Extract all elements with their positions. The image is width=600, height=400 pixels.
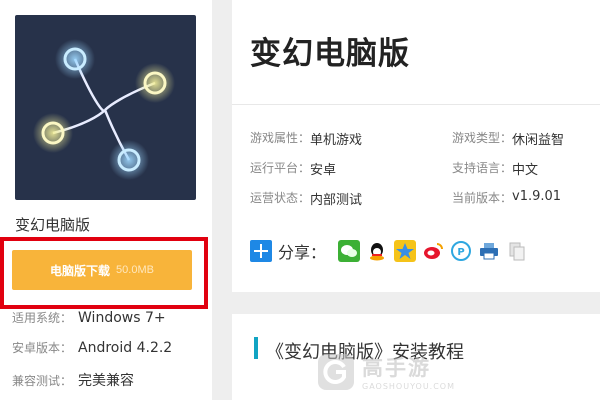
spec-row-android: 安卓版本： Android 4.2.2 <box>12 339 172 356</box>
qzone-icon[interactable] <box>394 240 417 262</box>
attr-key: 运行平台： <box>250 161 311 175</box>
qq-icon[interactable] <box>366 240 389 262</box>
attr-language: 支持语言： 中文 <box>452 159 538 178</box>
attr-status: 运营状态： 内部测试 <box>250 189 362 208</box>
watermark-sub: GAOSHOUYOU.COM <box>362 382 456 391</box>
product-card: 变幻电脑版 电脑版下载 50.0MB 适用系统： Windows 7+ 安卓版本… <box>0 0 212 400</box>
spiral-nodes-artwork <box>33 39 175 180</box>
attr-value: 单机游戏 <box>310 133 363 148</box>
attr-game-type: 游戏类型： 休闲益智 <box>452 129 564 148</box>
game-name: 变幻电脑版 <box>15 216 91 234</box>
share-label: 分享： <box>278 243 327 262</box>
page-title: 变幻电脑版 <box>250 36 410 72</box>
attr-key: 支持语言： <box>452 161 513 175</box>
wechat-icon[interactable] <box>338 240 361 262</box>
share-row: 分享： P <box>250 236 529 266</box>
weibo-icon[interactable] <box>422 240 445 262</box>
game-icon[interactable] <box>15 15 196 200</box>
spec-key: 兼容测试： <box>12 374 73 388</box>
attr-key: 运营状态： <box>250 191 311 205</box>
attr-key: 当前版本： <box>452 191 513 205</box>
spec-row-system: 适用系统： Windows 7+ <box>12 309 166 326</box>
spec-value: Windows 7+ <box>78 310 166 326</box>
site-watermark: 高手游 GAOSHOUYOU.COM <box>318 352 455 391</box>
spec-value: 完美兼容 <box>78 373 135 389</box>
attr-value: v1.9.01 <box>512 189 562 204</box>
divider <box>232 104 600 105</box>
tencent-weibo-icon[interactable]: P <box>450 240 473 262</box>
spec-key: 安卓版本： <box>12 341 73 355</box>
attr-platform: 运行平台： 安卓 <box>250 159 336 178</box>
attr-value: 休闲益智 <box>512 133 565 148</box>
attr-value: 安卓 <box>310 163 337 178</box>
pc-download-button[interactable]: 电脑版下载 50.0MB <box>12 250 192 290</box>
attr-version: 当前版本： v1.9.01 <box>452 189 561 206</box>
attr-key: 游戏类型： <box>452 131 513 145</box>
attr-value: 内部测试 <box>310 193 363 208</box>
spec-key: 适用系统： <box>12 311 73 325</box>
attr-game-property: 游戏属性： 单机游戏 <box>250 129 362 148</box>
watermark-logo-icon <box>318 353 354 390</box>
copy-icon[interactable] <box>506 240 529 262</box>
watermark-main: 高手游 <box>362 356 431 380</box>
watermark-text: 高手游 GAOSHOUYOU.COM <box>362 352 455 391</box>
print-icon[interactable] <box>478 240 501 262</box>
download-label: 电脑版下载 <box>50 263 111 278</box>
detail-card: 变幻电脑版 游戏属性： 单机游戏 游戏类型： 休闲益智 运行平台： 安卓 支持语… <box>232 0 600 292</box>
attr-value: 中文 <box>512 163 539 178</box>
share-more-icon[interactable] <box>250 240 272 262</box>
download-size: 50.0MB <box>116 264 154 276</box>
attr-key: 游戏属性： <box>250 131 311 145</box>
accent-bar <box>254 337 258 359</box>
spec-value: Android 4.2.2 <box>78 340 173 356</box>
spec-row-compat: 兼容测试： 完美兼容 <box>12 370 134 390</box>
svg-text:P: P <box>457 247 464 258</box>
